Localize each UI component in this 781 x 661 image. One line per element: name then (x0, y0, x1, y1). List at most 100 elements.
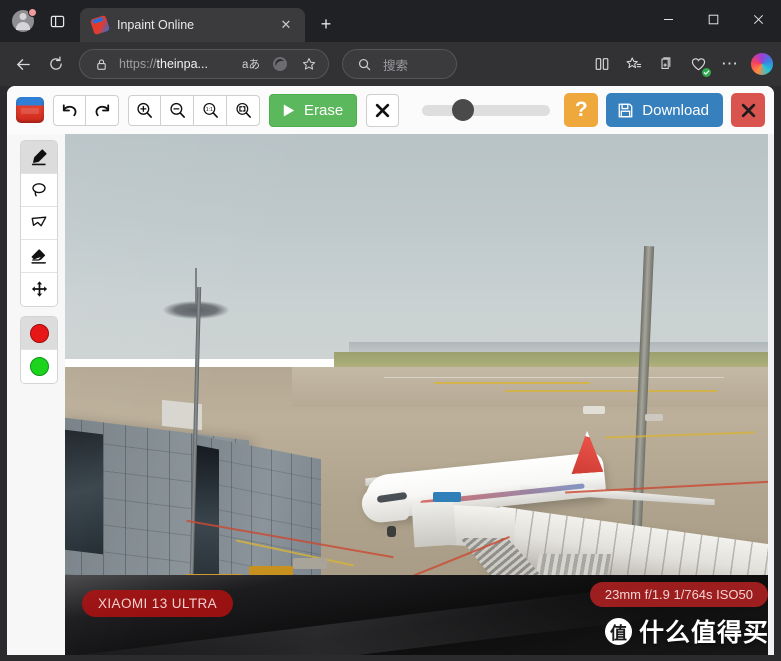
tool-sidebar (7, 134, 65, 655)
image-canvas[interactable]: XIAOMI 13 ULTRA 23mm f/1.9 1/764s ISO50 … (65, 134, 774, 655)
browser-tab[interactable]: Inpaint Online ✕ (80, 8, 305, 42)
eraser-icon (29, 246, 49, 266)
browser-window: Inpaint Online ✕ + (0, 0, 781, 661)
browser-titlebar: Inpaint Online ✕ + (0, 0, 781, 42)
more-options-icon[interactable]: ⋯ (715, 49, 745, 79)
move-tool[interactable] (21, 273, 57, 306)
tab-title: Inpaint Online (117, 18, 266, 32)
ground-vehicle (293, 558, 327, 569)
inpaint-app: 1:1 Erase (7, 86, 774, 655)
taxiway-marking (384, 377, 724, 378)
url-text: https://theinpa... (119, 57, 233, 71)
browser-essentials-icon[interactable] (683, 49, 713, 79)
sky (65, 134, 774, 359)
new-tab-button[interactable]: + (311, 9, 341, 39)
jet-bridge-cab (412, 501, 457, 548)
favorites-icon[interactable] (619, 49, 649, 79)
zoom-in-button[interactable] (128, 95, 161, 126)
marker-tool[interactable] (21, 141, 57, 174)
erase-button[interactable]: Erase (269, 94, 357, 127)
toolbar-right-group: ? Download (564, 93, 765, 127)
lasso-icon (29, 180, 49, 200)
close-icon (740, 102, 757, 119)
red-swatch (30, 324, 49, 343)
window-maximize-button[interactable] (691, 0, 736, 38)
window-controls (646, 0, 781, 38)
profile-avatar[interactable] (12, 10, 34, 32)
zoom-actual-size-button[interactable]: 1:1 (194, 95, 227, 126)
clear-mask-button[interactable] (366, 94, 399, 127)
canvas-right-edge (768, 134, 774, 655)
address-bar[interactable]: https://theinpa... aあ (79, 49, 329, 79)
watermark-text: 什么值得买 (639, 613, 769, 649)
browser-navbar: https://theinpa... aあ 搜索 (0, 42, 781, 86)
polygon-lasso-tool[interactable] (21, 207, 57, 240)
inpaint-logo (16, 97, 44, 123)
translate-icon[interactable]: aあ (240, 53, 262, 75)
svg-text:1:1: 1:1 (205, 107, 212, 113)
back-icon[interactable] (8, 49, 38, 79)
ground-vehicle (645, 414, 663, 421)
erase-button-label: Erase (304, 102, 343, 119)
window-minimize-button[interactable] (646, 0, 691, 38)
search-icon (353, 53, 375, 75)
color-group (20, 316, 58, 384)
slider-track (422, 105, 550, 116)
refresh-icon[interactable] (41, 49, 71, 79)
search-box[interactable]: 搜索 (342, 49, 457, 79)
watermark-logo: 值 (605, 618, 632, 645)
site-watermark: 值 什么值得买 (605, 613, 769, 649)
lock-icon (90, 53, 112, 75)
ground-vehicle (433, 492, 461, 502)
app-workspace: XIAOMI 13 ULTRA 23mm f/1.9 1/764s ISO50 … (7, 134, 774, 655)
taxiway-marking (434, 382, 590, 384)
save-icon (617, 102, 634, 119)
nose-gear (387, 526, 396, 537)
collections-icon[interactable] (651, 49, 681, 79)
green-swatch (30, 357, 49, 376)
eraser-tool[interactable] (21, 240, 57, 273)
navbar-right-icons: ⋯ (587, 49, 773, 79)
exif-badge: 23mm f/1.9 1/764s ISO50 (590, 582, 768, 607)
move-icon (30, 280, 49, 299)
zoom-out-button[interactable] (161, 95, 194, 126)
window-close-button[interactable] (736, 0, 781, 38)
terminal-glass (65, 429, 103, 554)
app-close-button[interactable] (731, 93, 765, 127)
lasso-tool[interactable] (21, 174, 57, 207)
tool-group (20, 140, 58, 307)
close-icon (374, 102, 391, 119)
color-red-button[interactable] (21, 317, 57, 350)
split-screen-icon[interactable] (587, 49, 617, 79)
url-host: theinpa... (157, 57, 208, 71)
inpaint-favicon (90, 15, 110, 35)
undo-button[interactable] (53, 95, 86, 126)
zoom-fit-button[interactable] (227, 95, 260, 126)
app-toolbar: 1:1 Erase (7, 86, 774, 134)
slider-thumb[interactable] (452, 99, 474, 121)
titlebar-left-controls (0, 8, 80, 42)
edge-copilot-icon[interactable] (269, 53, 291, 75)
url-scheme: https:// (119, 57, 157, 71)
tab-actions-icon[interactable] (44, 8, 70, 34)
help-button[interactable]: ? (564, 93, 598, 127)
search-placeholder: 搜索 (383, 55, 408, 74)
airport-photo: XIAOMI 13 ULTRA 23mm f/1.9 1/764s ISO50 … (65, 134, 774, 655)
play-icon (280, 102, 297, 119)
download-button-label: Download (642, 102, 709, 119)
copilot-icon[interactable] (751, 53, 773, 75)
tabstrip: Inpaint Online ✕ + (80, 8, 341, 42)
tab-close-icon[interactable]: ✕ (275, 14, 297, 36)
brush-size-slider[interactable] (422, 94, 550, 127)
profile-notification-dot (28, 8, 37, 17)
color-green-button[interactable] (21, 350, 57, 383)
download-button[interactable]: Download (606, 93, 723, 127)
redo-button[interactable] (86, 95, 119, 126)
camera-model-badge: XIAOMI 13 ULTRA (82, 590, 233, 617)
zoom-button-group: 1:1 (128, 95, 260, 126)
history-button-group (53, 95, 119, 126)
page-viewport: 1:1 Erase (0, 86, 781, 661)
taxiway-marking (505, 390, 718, 392)
star-icon[interactable] (298, 53, 320, 75)
marker-icon (29, 147, 49, 167)
